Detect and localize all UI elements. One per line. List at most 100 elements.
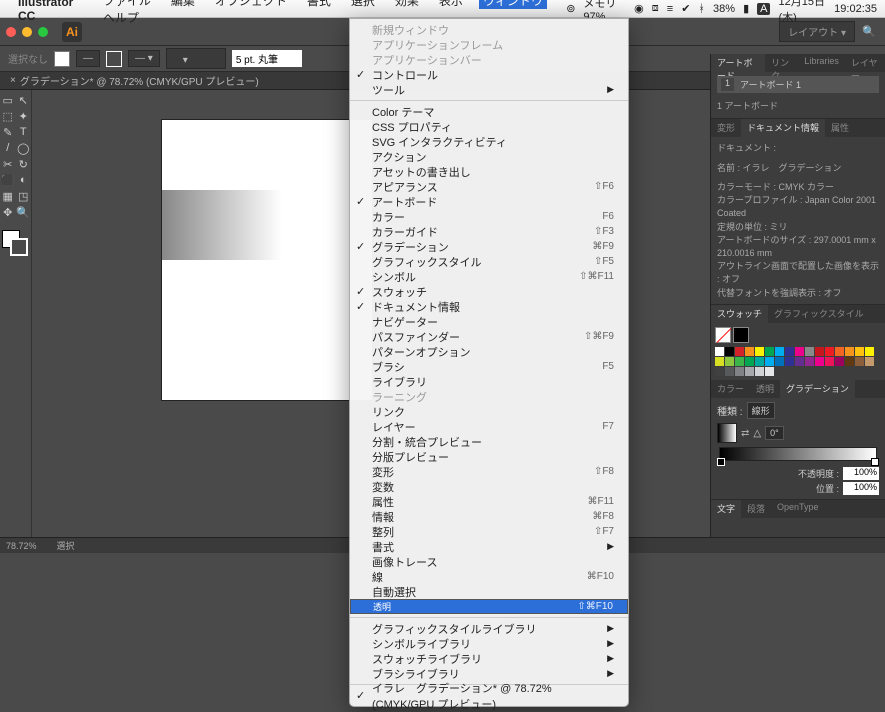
brush-input[interactable]: 5 pt. 丸筆 [232, 50, 302, 67]
tool-2[interactable]: ⬚ [0, 108, 16, 124]
tool-10[interactable]: ⬛ [0, 172, 16, 188]
tool-5[interactable]: T [16, 124, 32, 140]
menu-オブジェクト[interactable]: オブジェクト [211, 0, 291, 9]
gradient-preview-icon[interactable] [717, 423, 737, 443]
tab-OpenType[interactable]: OpenType [771, 500, 825, 518]
clock-time[interactable]: 19:02:35 [834, 3, 877, 15]
swatch[interactable] [745, 347, 754, 356]
fill-swatch[interactable] [54, 51, 70, 67]
swatch[interactable] [765, 347, 774, 356]
swatch[interactable] [785, 357, 794, 366]
tool-3[interactable]: ✦ [16, 108, 32, 124]
zoom-icon[interactable] [38, 27, 48, 37]
menu-item-ドキュメント情報[interactable]: ✓ドキュメント情報 [350, 299, 628, 314]
sync-icon[interactable]: ✔ [681, 2, 690, 15]
app-name[interactable]: Illustrator CC [18, 0, 87, 23]
tool-12[interactable]: ▦ [0, 188, 16, 204]
menu-item-カラーガイド[interactable]: カラーガイド⇧F3 [350, 224, 628, 239]
tool-9[interactable]: ↻ [16, 156, 32, 172]
menu-item-シンボルライブラリ[interactable]: シンボルライブラリ▶ [350, 636, 628, 651]
menu-item-画像トレース[interactable]: 画像トレース [350, 554, 628, 569]
search-icon[interactable]: 🔍 [859, 25, 879, 38]
battery-indicator[interactable]: 38% [713, 3, 735, 15]
tab-透明[interactable]: 透明 [750, 380, 780, 398]
tab-アートボード[interactable]: アートボード [711, 54, 765, 72]
menu-ウィンドウ[interactable]: ウィンドウ [479, 0, 547, 9]
menu-item-変数[interactable]: 変数 [350, 479, 628, 494]
gradient-type-select[interactable]: 線形 [747, 402, 775, 419]
swatch[interactable] [835, 357, 844, 366]
menu-ファイル[interactable]: ファイル [99, 0, 155, 9]
tab-変形[interactable]: 変形 [711, 119, 741, 137]
swatch[interactable] [845, 357, 854, 366]
window-controls[interactable] [6, 27, 48, 37]
tab-Libraries[interactable]: Libraries [798, 54, 845, 72]
swatch[interactable] [795, 347, 804, 356]
menu-item-アクション[interactable]: アクション [350, 149, 628, 164]
tab-属性[interactable]: 属性 [825, 119, 855, 137]
tool-4[interactable]: ✎ [0, 124, 16, 140]
menu-item-パターンオプション[interactable]: パターンオプション [350, 344, 628, 359]
tool-14[interactable]: ✥ [0, 204, 16, 220]
swatch[interactable] [755, 357, 764, 366]
menu-書式[interactable]: 書式 [303, 0, 335, 9]
swatch[interactable] [835, 347, 844, 356]
swatch-registration-icon[interactable] [733, 327, 749, 343]
menu-item-スウォッチライブラリ[interactable]: スウォッチライブラリ▶ [350, 651, 628, 666]
location-input[interactable]: 100% [843, 482, 879, 495]
tab-スウォッチ[interactable]: スウォッチ [711, 305, 768, 323]
tab-文字[interactable]: 文字 [711, 500, 741, 518]
tool-13[interactable]: ◳ [16, 188, 32, 204]
tab-ドキュメント情報[interactable]: ドキュメント情報 [741, 119, 825, 137]
swatch[interactable] [775, 357, 784, 366]
reverse-icon[interactable]: ⇄ [741, 428, 749, 439]
menu-item-透明[interactable]: 透明⇧⌘F10 [350, 599, 628, 614]
menu-item-書式[interactable]: 書式▶ [350, 539, 628, 554]
artboard[interactable] [162, 120, 372, 400]
swatch[interactable] [745, 367, 754, 376]
menu-表示[interactable]: 表示 [435, 0, 467, 9]
menu-編集[interactable]: 編集 [167, 0, 199, 9]
menu-item-スウォッチ[interactable]: ✓スウォッチ [350, 284, 628, 299]
line-icon[interactable]: ◉ [634, 2, 644, 15]
menu-item-Color テーマ[interactable]: Color テーマ [350, 104, 628, 119]
menu-item-パスファインダー[interactable]: パスファインダー⇧⌘F9 [350, 329, 628, 344]
menu-item-アートボード[interactable]: ✓アートボード [350, 194, 628, 209]
swatch[interactable] [815, 357, 824, 366]
tab-段落[interactable]: 段落 [741, 500, 771, 518]
menu-item-ライブラリ[interactable]: ライブラリ [350, 374, 628, 389]
tool-15[interactable]: 🔍 [16, 204, 32, 220]
menu-item-分割・統合プレビュー[interactable]: 分割・統合プレビュー [350, 434, 628, 449]
menu-item-イラレ グラデーション* @ 78.72% (CMYK/GPU プレビュー)[interactable]: ✓イラレ グラデーション* @ 78.72% (CMYK/GPU プレビュー) [350, 688, 628, 703]
swatch[interactable] [855, 357, 864, 366]
menu-item-シンボル[interactable]: シンボル⇧⌘F11 [350, 269, 628, 284]
minimize-icon[interactable] [22, 27, 32, 37]
menu-item-分版プレビュー[interactable]: 分版プレビュー [350, 449, 628, 464]
swatch[interactable] [715, 367, 724, 376]
menu-item-ツール[interactable]: ツール▶ [350, 82, 628, 97]
menu-選択[interactable]: 選択 [347, 0, 379, 9]
tool-1[interactable]: ↖ [16, 92, 32, 108]
menu-item-自動選択[interactable]: 自動選択 [350, 584, 628, 599]
close-icon[interactable] [6, 27, 16, 37]
menu-item-CSS プロパティ[interactable]: CSS プロパティ [350, 119, 628, 134]
menu-item-リンク[interactable]: リンク [350, 404, 628, 419]
swatch[interactable] [815, 347, 824, 356]
menu-item-SVG インタラクティビティ[interactable]: SVG インタラクティビティ [350, 134, 628, 149]
menu-item-ナビゲーター[interactable]: ナビゲーター [350, 314, 628, 329]
menu-item-変形[interactable]: 変形⇧F8 [350, 464, 628, 479]
swatch[interactable] [825, 347, 834, 356]
stroke-dropdown[interactable]: — ▾ [128, 50, 160, 67]
swatch[interactable] [715, 347, 724, 356]
swatch[interactable] [725, 357, 734, 366]
gradient-rectangle[interactable] [162, 190, 282, 260]
swatch[interactable] [785, 347, 794, 356]
gradient-slider[interactable] [719, 447, 877, 461]
swatch[interactable] [805, 347, 814, 356]
dropbox-icon[interactable]: ⧈ [652, 2, 659, 15]
swatch[interactable] [795, 357, 804, 366]
stroke-weight[interactable]: — [76, 50, 100, 67]
swatch[interactable] [805, 357, 814, 366]
swatch[interactable] [865, 357, 874, 366]
tool-8[interactable]: ✂ [0, 156, 16, 172]
